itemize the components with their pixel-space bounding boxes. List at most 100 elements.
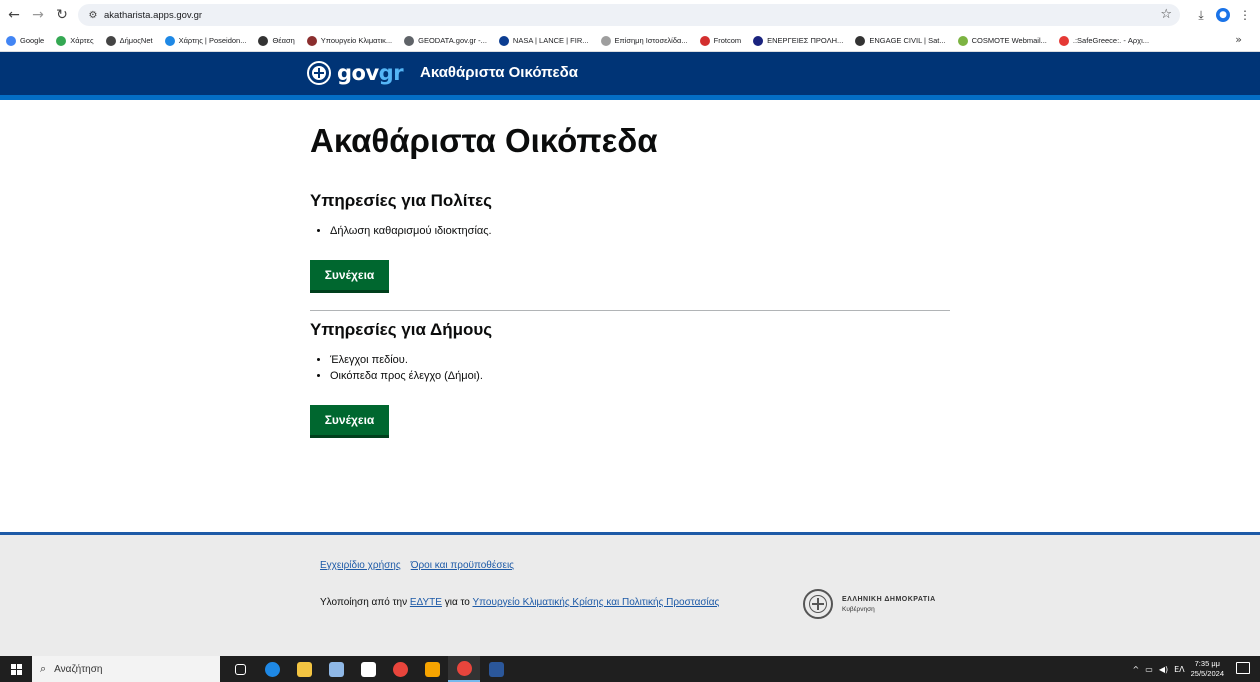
bookmark-favicon-icon bbox=[699, 35, 710, 46]
notepad-icon[interactable] bbox=[320, 656, 352, 682]
bookmark-favicon-icon bbox=[306, 35, 317, 46]
start-button[interactable] bbox=[0, 656, 32, 682]
bookmark-item[interactable]: Επίσημη Ιστοσελίδα... bbox=[600, 35, 688, 46]
bookmark-favicon-icon bbox=[753, 35, 764, 46]
system-tray: ^ ▭ ◀) ΕΛ 7:35 μμ 25/5/2024 bbox=[1133, 656, 1224, 682]
taskbar-search[interactable]: ⌕ Αναζήτηση bbox=[32, 656, 220, 682]
bookmark-item[interactable]: Google bbox=[6, 35, 45, 46]
bookmark-item[interactable]: NASA | LANCE | FIR... bbox=[498, 35, 589, 46]
chevron-up-icon[interactable]: ^ bbox=[1133, 665, 1140, 674]
bookmark-label: Frotcom bbox=[713, 36, 742, 45]
search-icon: ⌕ bbox=[40, 662, 47, 675]
bookmark-item[interactable]: ΔήμοςNet bbox=[105, 35, 153, 46]
clock[interactable]: 7:35 μμ 25/5/2024 bbox=[1191, 659, 1224, 679]
bookmark-label: Χάρτης | Poseidon... bbox=[178, 36, 247, 45]
bookmark-favicon-icon bbox=[498, 35, 509, 46]
bookmark-item[interactable]: COSMOTE Webmail... bbox=[957, 35, 1047, 46]
municipalities-heading: Υπηρεσίες για Δήμους bbox=[310, 320, 493, 339]
browser-toolbar: ← → ↻ ⚙ akatharista.apps.gov.gr ☆ ⤓ ● ⋮ bbox=[0, 0, 1260, 30]
network-icon[interactable]: ▭ bbox=[1145, 665, 1153, 674]
notifications-icon[interactable] bbox=[1236, 662, 1250, 674]
file-explorer-icon[interactable] bbox=[288, 656, 320, 682]
bookmark-favicon-icon bbox=[164, 35, 175, 46]
municipalities-list: Έλεγχοι πεδίου. Οικόπεδα προς έλεγχο (Δή… bbox=[330, 352, 483, 384]
windows-logo-icon bbox=[10, 663, 22, 675]
bookmark-favicon-icon bbox=[855, 35, 866, 46]
language-indicator[interactable]: ΕΛ bbox=[1174, 665, 1185, 674]
citizens-list: Δήλωση καθαρισμού ιδιοκτησίας. bbox=[330, 223, 492, 239]
logo-text: govgr bbox=[337, 61, 404, 85]
search-placeholder: Αναζήτηση bbox=[54, 663, 103, 675]
header-title[interactable]: Ακαθάριστα Οικόπεδα bbox=[420, 64, 578, 81]
url-text[interactable]: akatharista.apps.gov.gr bbox=[104, 10, 202, 21]
bookmark-item[interactable]: Υπουργείο Κλιματικ... bbox=[306, 35, 393, 46]
ministry-link[interactable]: Υπουργείο Κλιματικής Κρίσης και Πολιτική… bbox=[472, 597, 719, 608]
bookmark-star-icon[interactable]: ☆ bbox=[1160, 7, 1172, 22]
bookmark-favicon-icon bbox=[1058, 35, 1069, 46]
govgr-logo[interactable]: govgr bbox=[307, 61, 404, 85]
forward-icon[interactable]: → bbox=[26, 3, 50, 27]
download-icon[interactable]: ⤓ bbox=[1192, 4, 1210, 26]
bookmark-label: ENGAGE CIVIL | Sat... bbox=[869, 36, 946, 45]
bookmark-label: Google bbox=[20, 36, 45, 45]
bookmark-item[interactable]: Θέαση bbox=[258, 35, 295, 46]
bookmark-label: GEODATA.gov.gr -... bbox=[418, 36, 487, 45]
word-icon[interactable] bbox=[480, 656, 512, 682]
blank-document-icon[interactable] bbox=[352, 656, 384, 682]
bookmark-item[interactable]: Frotcom bbox=[699, 35, 742, 46]
bookmark-item[interactable]: .:SafeGreece:. - Αρχι... bbox=[1058, 35, 1150, 46]
bookmark-item[interactable]: ENGAGE CIVIL | Sat... bbox=[855, 35, 946, 46]
reload-icon[interactable]: ↻ bbox=[50, 3, 74, 27]
back-icon[interactable]: ← bbox=[2, 3, 26, 27]
address-bar[interactable]: ⚙ akatharista.apps.gov.gr ☆ bbox=[78, 4, 1180, 26]
list-item: Δήλωση καθαρισμού ιδιοκτησίας. bbox=[330, 223, 492, 239]
bookmark-label: .:SafeGreece:. - Αρχι... bbox=[1072, 36, 1150, 45]
edyte-link[interactable]: ΕΔΥΤΕ bbox=[410, 597, 442, 608]
list-item: Έλεγχοι πεδίου. bbox=[330, 352, 483, 368]
bookmark-label: ΔήμοςNet bbox=[119, 36, 153, 45]
bookmark-label: NASA | LANCE | FIR... bbox=[512, 36, 589, 45]
bookmark-favicon-icon bbox=[56, 35, 67, 46]
user-manual-link[interactable]: Εγχειρίδιο χρήσης bbox=[320, 560, 401, 571]
bookmark-item[interactable]: Χάρτες bbox=[56, 35, 94, 46]
site-info-icon[interactable]: ⚙ bbox=[82, 10, 104, 21]
hellenic-republic-seal-icon bbox=[803, 589, 833, 619]
section-divider bbox=[310, 310, 950, 311]
menu-icon[interactable]: ⋮ bbox=[1236, 4, 1254, 26]
gov-subtitle: Κυβέρνηση bbox=[842, 606, 875, 613]
bookmarks-bar: Google Χάρτες ΔήμοςNet Χάρτης | Poseidon...… bbox=[0, 30, 1260, 52]
implementation-credit: Υλοποίηση από την ΕΔΥΤΕ για το Υπουργείο… bbox=[320, 597, 720, 608]
bookmark-label: ΕΝΕΡΓΕΙΕΣ ΠΡΟΛΗ... bbox=[767, 36, 844, 45]
chrome-icon[interactable] bbox=[384, 656, 416, 682]
profile-avatar-icon[interactable]: ● bbox=[1216, 8, 1230, 22]
terms-link[interactable]: Όροι και προϋποθέσεις bbox=[411, 560, 514, 571]
municipalities-continue-button[interactable]: Συνέχεια bbox=[310, 405, 389, 438]
bookmark-favicon-icon bbox=[6, 35, 16, 46]
gov-name: ΕΛΛΗΝΙΚΗ ΔΗΜΟΚΡΑΤΙΑ bbox=[842, 596, 936, 603]
bookmark-label: COSMOTE Webmail... bbox=[971, 36, 1047, 45]
list-item: Οικόπεδα προς έλεγχο (Δήμοι). bbox=[330, 368, 483, 384]
windows-taskbar: ⌕ Αναζήτηση ^ ▭ ◀) ΕΛ 7:35 μμ 25/5/2024 bbox=[0, 656, 1260, 682]
bookmark-label: Χάρτες bbox=[70, 36, 94, 45]
site-footer: Εγχειρίδιο χρήσης Όροι και προϋποθέσεις … bbox=[0, 532, 1260, 656]
bookmark-favicon-icon bbox=[404, 35, 415, 46]
site-header: govgr Ακαθάριστα Οικόπεδα bbox=[0, 52, 1260, 100]
edge-icon[interactable] bbox=[256, 656, 288, 682]
chrome-active-icon[interactable] bbox=[448, 656, 480, 682]
bookmark-favicon-icon bbox=[957, 35, 968, 46]
citizens-continue-button[interactable]: Συνέχεια bbox=[310, 260, 389, 293]
task-view-icon[interactable] bbox=[224, 656, 256, 682]
bookmark-favicon-icon bbox=[600, 35, 611, 46]
page-title: Ακαθάριστα Οικόπεδα bbox=[310, 122, 658, 159]
volume-icon[interactable]: ◀) bbox=[1159, 665, 1168, 674]
bookmark-favicon-icon bbox=[258, 35, 269, 46]
bookmark-label: Θέαση bbox=[272, 36, 295, 45]
bookmark-item[interactable]: ΕΝΕΡΓΕΙΕΣ ΠΡΟΛΗ... bbox=[753, 35, 844, 46]
bookmark-item[interactable]: GEODATA.gov.gr -... bbox=[404, 35, 487, 46]
more-bookmarks-icon[interactable]: » bbox=[1235, 33, 1242, 46]
bookmark-label: Υπουργείο Κλιματικ... bbox=[320, 36, 393, 45]
bookmark-favicon-icon bbox=[105, 35, 116, 46]
bookmark-item[interactable]: Χάρτης | Poseidon... bbox=[164, 35, 247, 46]
citizens-heading: Υπηρεσίες για Πολίτες bbox=[310, 191, 492, 210]
outlook-icon[interactable] bbox=[416, 656, 448, 682]
